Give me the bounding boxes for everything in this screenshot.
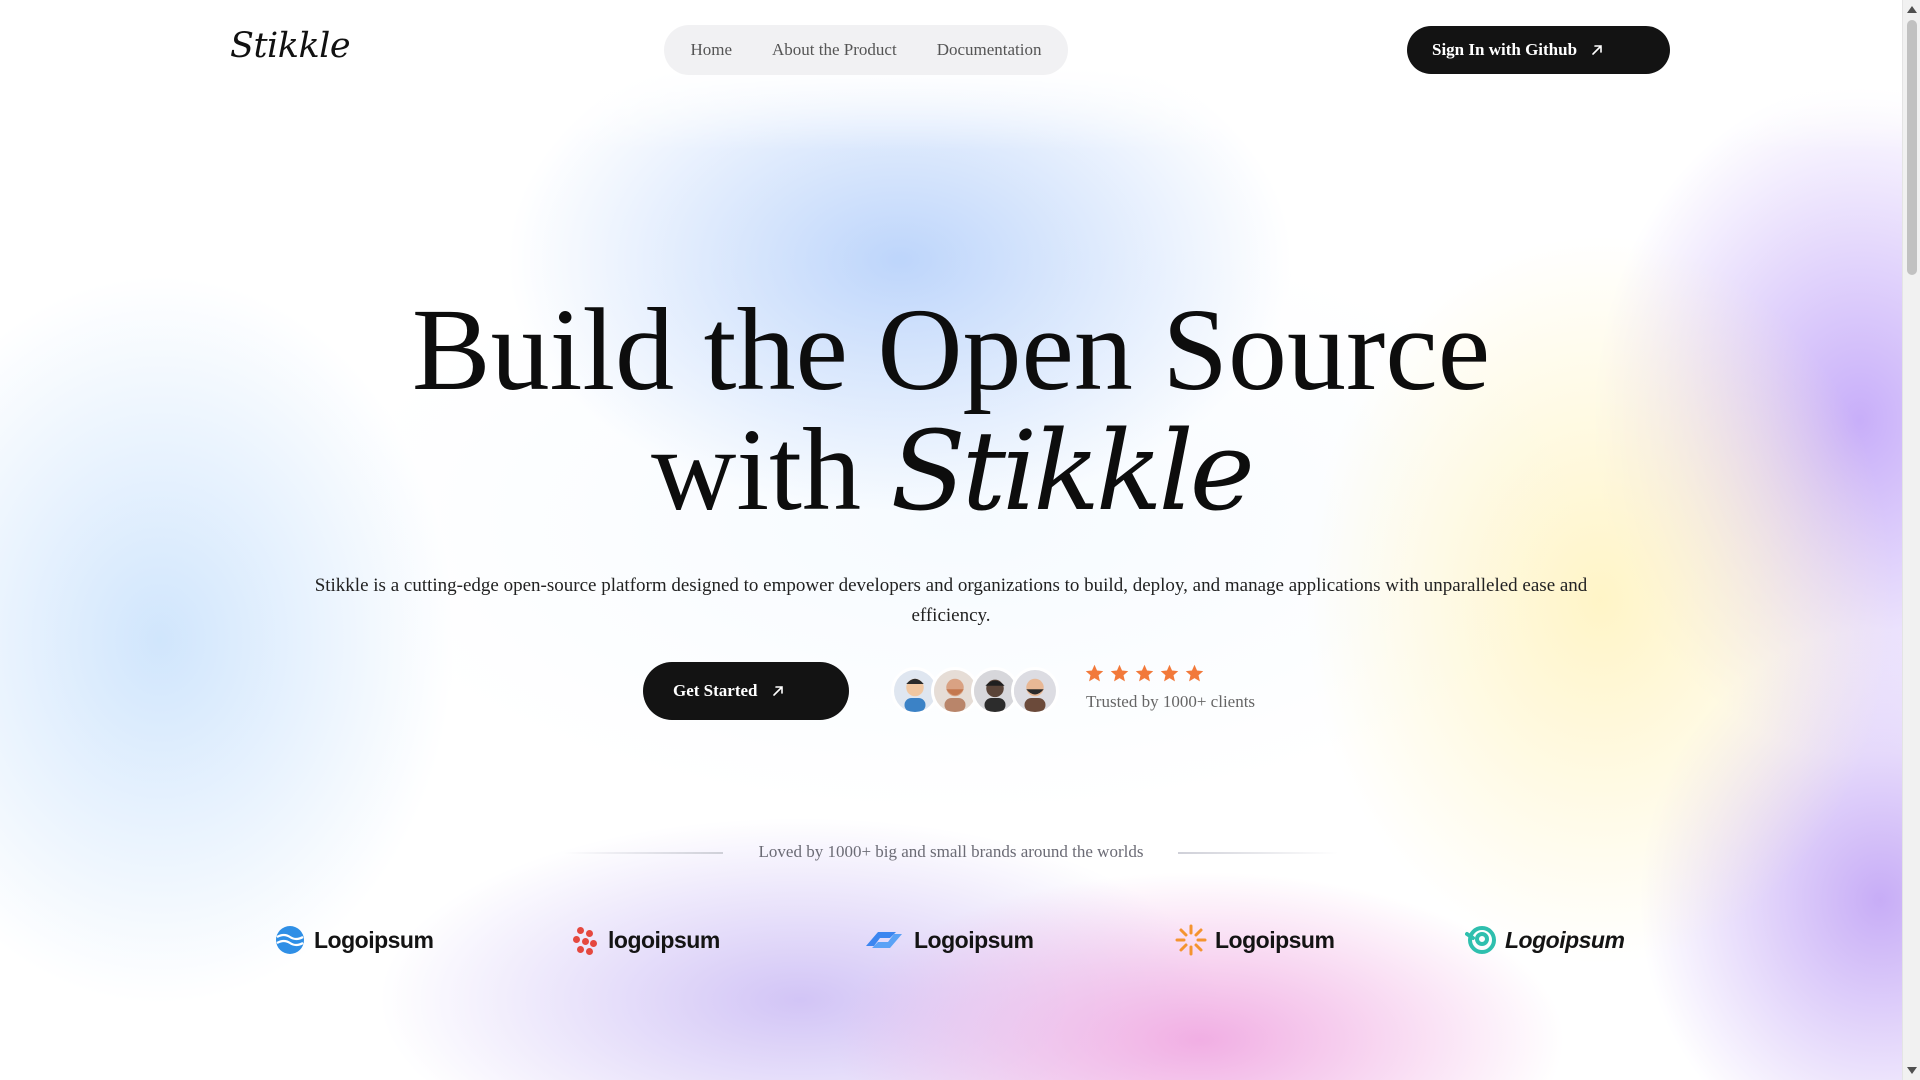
scroll-down-arrow-icon[interactable]	[1907, 1067, 1917, 1074]
rating-stars	[1084, 663, 1205, 684]
hero-headline-line2: with Stikkle	[0, 410, 1902, 532]
brand-logo-5: Logoipsum	[1465, 920, 1625, 960]
hero-headline-line1: Build the Open Source	[411, 284, 1491, 415]
brand-logos: Logoipsum logoipsum Logoipsum Logoipsum …	[0, 920, 1902, 960]
brand-logo-name: Logoipsum	[1215, 926, 1335, 953]
sign-in-github-label: Sign In with Github	[1432, 40, 1578, 59]
brand-logo-name: Logoipsum	[314, 926, 434, 953]
brand-logo-name: Logoipsum	[1505, 926, 1625, 953]
wave-circle-icon	[276, 926, 304, 954]
main-nav: Home About the Product Documentation	[664, 25, 1068, 75]
site-logo[interactable]: Stikkle	[230, 26, 351, 66]
hero-description: Stikkle is a cutting-edge open-source pl…	[314, 575, 1588, 626]
sunburst-icon	[1175, 924, 1207, 956]
brands-caption-row: Loved by 1000+ big and small brands arou…	[0, 840, 1902, 864]
get-started-button[interactable]: Get Started	[643, 662, 849, 720]
star-icon	[1085, 664, 1104, 682]
brand-logo-name: Logoipsum	[914, 926, 1034, 953]
hero-gradient-background	[0, 0, 1902, 1080]
client-avatars	[891, 667, 1059, 715]
trusted-by-text: Trusted by 1000+ clients	[1086, 692, 1256, 711]
scroll-up-arrow-icon[interactable]	[1907, 6, 1917, 13]
avatar	[1011, 667, 1059, 715]
page-scrollbar[interactable]	[1902, 0, 1920, 1080]
hero-headline: Build the Open Source with Stikkle	[0, 284, 1902, 532]
brand-logo-3: Logoipsum	[862, 920, 1034, 960]
brand-logo-name: logoipsum	[608, 926, 720, 953]
star-icon	[1160, 664, 1179, 682]
swoosh-icon	[866, 932, 902, 948]
hero-headline-brand: Stikkle	[890, 407, 1254, 535]
star-icon	[1110, 664, 1129, 682]
hero-headline-prefix: with	[651, 404, 861, 535]
sign-in-github-button[interactable]: Sign In with Github	[1407, 26, 1670, 74]
brand-logo-2: logoipsum	[568, 920, 720, 960]
star-icon	[1135, 664, 1154, 682]
star-icon	[1185, 664, 1204, 682]
brand-logo-1: Logoipsum	[274, 920, 434, 960]
brand-logo-4: Logoipsum	[1175, 920, 1335, 960]
spiral-icon	[1465, 926, 1496, 954]
nav-documentation-link[interactable]: Documentation	[937, 40, 1042, 60]
divider-right	[1178, 852, 1338, 854]
brands-caption: Loved by 1000+ big and small brands arou…	[758, 842, 1144, 861]
get-started-label: Get Started	[673, 681, 758, 700]
arrow-up-right-icon	[772, 686, 783, 696]
scroll-thumb[interactable]	[1907, 20, 1917, 275]
arrow-up-right-icon	[1592, 45, 1602, 55]
nav-about-link[interactable]: About the Product	[772, 40, 897, 60]
nav-home-link[interactable]: Home	[690, 40, 732, 60]
header-fade	[0, 0, 1902, 150]
dots-cluster-icon	[573, 927, 597, 955]
